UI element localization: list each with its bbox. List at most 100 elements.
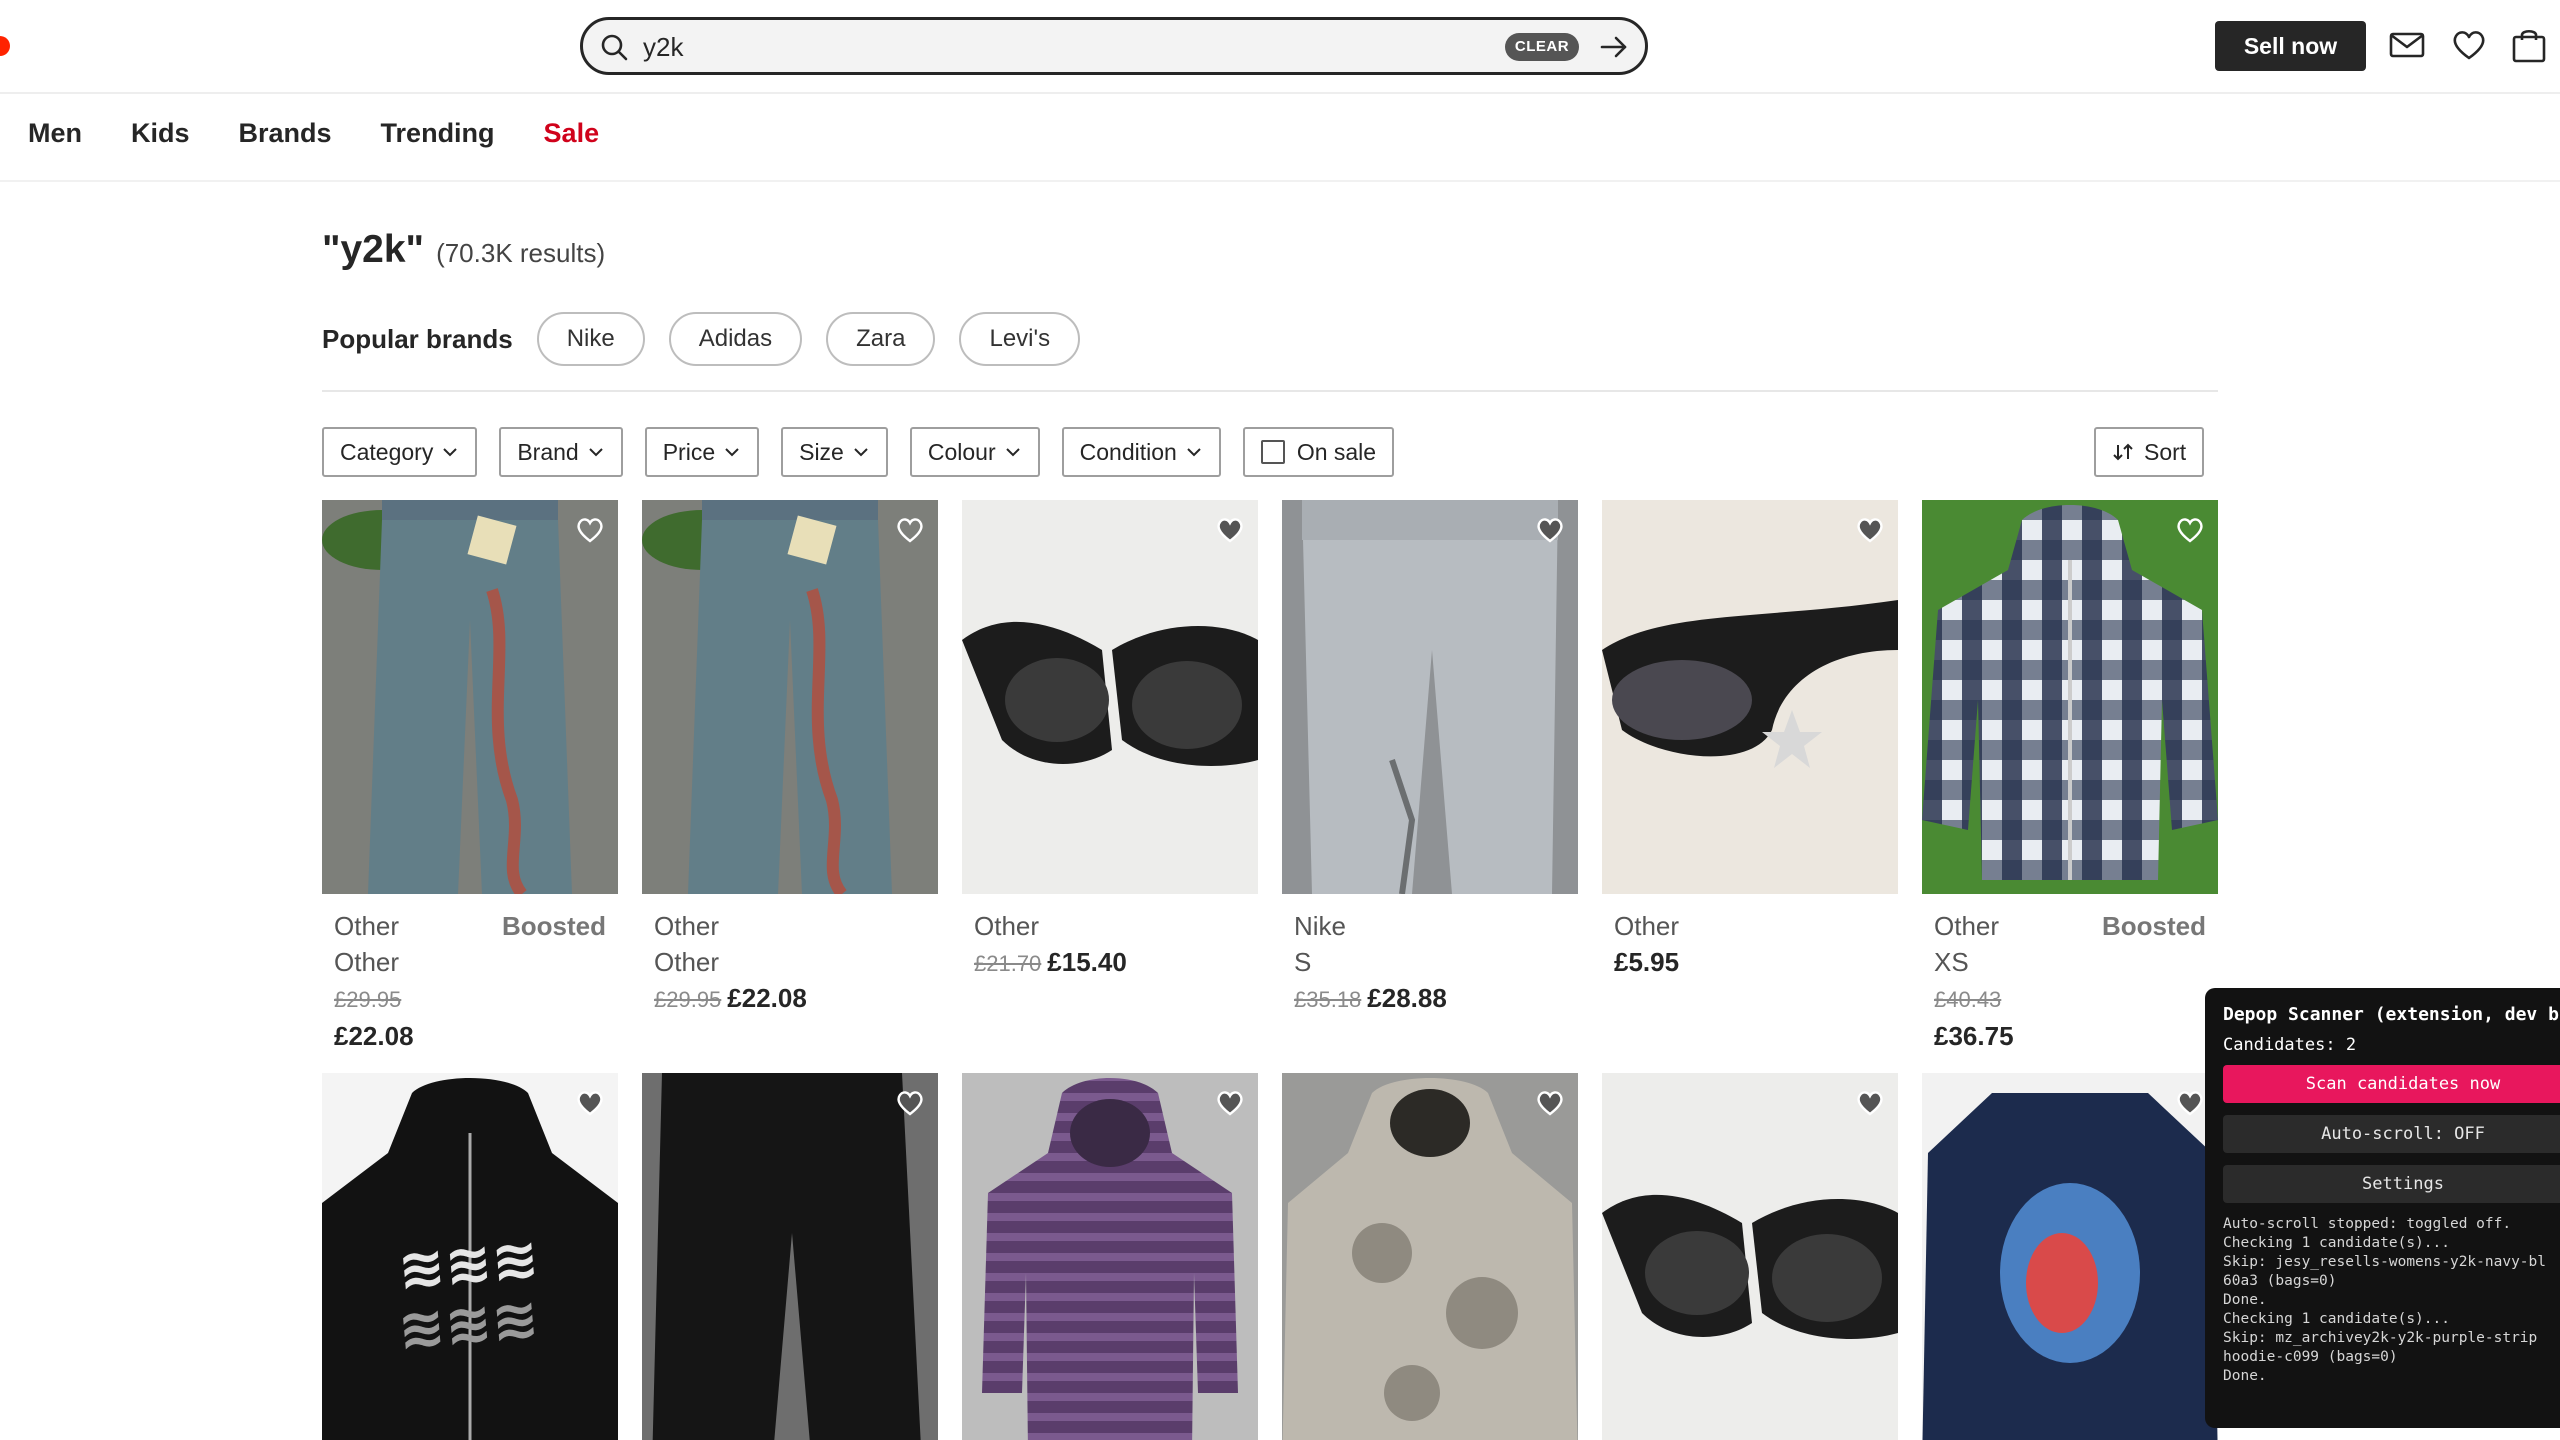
heart-icon[interactable] — [1214, 514, 1246, 546]
product-price: £15.40 — [1047, 947, 1127, 977]
striped-hoodie-icon — [962, 1073, 1258, 1440]
brand-chip-zara[interactable]: Zara — [826, 312, 936, 366]
product-card[interactable]: Other £21.70 £15.40 — [962, 500, 1258, 982]
filter-label: Price — [662, 438, 716, 465]
product-image[interactable] — [962, 1073, 1258, 1440]
product-card[interactable] — [1282, 1073, 1578, 1440]
original-price: £40.43 — [1934, 987, 2002, 1012]
nav-brands[interactable]: Brands — [239, 118, 332, 158]
log-line: Skip: jesy_resells-womens-y2k-navy-bl — [2223, 1254, 2547, 1270]
filter-price[interactable]: Price — [644, 427, 760, 477]
boosted-badge: Boosted — [2102, 911, 2206, 941]
log-line: Done. — [2223, 1368, 2267, 1384]
heart-icon[interactable] — [1214, 1087, 1246, 1119]
sunglasses-icon — [962, 500, 1258, 894]
product-image[interactable] — [1922, 1073, 2218, 1440]
product-image[interactable] — [322, 500, 618, 894]
heart-icon[interactable] — [1854, 514, 1886, 546]
heart-icon[interactable] — [2450, 26, 2488, 64]
heart-icon[interactable] — [1534, 514, 1566, 546]
bag-icon[interactable] — [2510, 26, 2548, 64]
nav-sale[interactable]: Sale — [544, 118, 600, 158]
product-card[interactable] — [1922, 1073, 2218, 1440]
results-count: (70.3K results) — [436, 238, 606, 268]
product-card[interactable]: Nike S £35.18 £28.88 — [1282, 500, 1578, 1018]
filter-condition[interactable]: Condition — [1061, 427, 1221, 477]
nav-kids[interactable]: Kids — [131, 118, 190, 158]
product-image[interactable] — [1602, 1073, 1898, 1440]
product-image[interactable] — [1922, 500, 2218, 894]
product-card[interactable] — [642, 1073, 938, 1440]
scan-candidates-button[interactable]: Scan candidates now — [2223, 1065, 2560, 1103]
svg-text:≋≋≋: ≋≋≋ — [395, 1286, 541, 1363]
heart-icon[interactable] — [894, 514, 926, 546]
product-card[interactable] — [962, 1073, 1258, 1440]
heart-icon[interactable] — [894, 1087, 926, 1119]
product-price: £5.95 — [1614, 947, 1680, 977]
product-card[interactable] — [1602, 1073, 1898, 1440]
panel-title: Depop Scanner (extension, dev b — [2223, 1004, 2559, 1025]
brand-chip-nike[interactable]: Nike — [536, 312, 645, 366]
log-line: Auto-scroll stopped: toggled off. — [2223, 1216, 2512, 1232]
brand-chip-levis[interactable]: Levi's — [959, 312, 1081, 366]
product-card[interactable]: Other Other £29.95 £22.08 — [642, 500, 938, 1018]
scanner-log: Auto-scroll stopped: toggled off. Checkin… — [2223, 1215, 2560, 1386]
product-meta: Other £21.70 £15.40 — [962, 894, 1258, 982]
depop-logo[interactable] — [0, 36, 10, 56]
product-size: Other — [334, 947, 400, 977]
candidates-count: Candidates: 2 — [2223, 1035, 2357, 1055]
product-image[interactable] — [962, 500, 1258, 894]
search-input[interactable] — [643, 28, 1443, 66]
product-brand: Nike — [1294, 911, 1347, 941]
heart-icon[interactable] — [2174, 514, 2206, 546]
product-image[interactable]: ≋≋≋ ≋≋≋ — [322, 1073, 618, 1440]
nav-divider — [0, 180, 2560, 182]
filter-category[interactable]: Category — [322, 427, 478, 477]
product-size: Other — [654, 947, 720, 977]
product-image[interactable] — [1282, 500, 1578, 894]
product-image[interactable] — [1282, 1073, 1578, 1440]
nav-trending[interactable]: Trending — [381, 118, 495, 158]
sort-arrows-icon — [2113, 443, 2133, 461]
on-sale-checkbox[interactable] — [1260, 440, 1285, 464]
sell-now-button[interactable]: Sell now — [2215, 21, 2366, 71]
filter-label: Condition — [1079, 438, 1177, 465]
heart-icon[interactable] — [2174, 1087, 2206, 1119]
product-size: S — [1294, 947, 1312, 977]
filter-on-sale[interactable]: On sale — [1242, 427, 1395, 477]
log-line: Skip: mz_archivey2k-y2k-purple-strip — [2223, 1330, 2538, 1346]
product-image[interactable] — [1602, 500, 1898, 894]
heart-icon[interactable] — [1854, 1087, 1886, 1119]
check-hoodie-icon — [1922, 500, 2218, 894]
product-card[interactable]: Other Boosted Other £29.95 £22.08 — [322, 500, 618, 1054]
filter-brand[interactable]: Brand — [499, 427, 623, 477]
settings-button[interactable]: Settings — [2223, 1165, 2560, 1203]
heart-icon[interactable] — [574, 1087, 606, 1119]
arrow-right-icon[interactable] — [1597, 30, 1631, 64]
depop-scanner-panel: Depop Scanner (extension, dev b Candidat… — [2205, 988, 2560, 1428]
product-card[interactable]: ≋≋≋ ≋≋≋ — [322, 1073, 618, 1440]
brand-chip-adidas[interactable]: Adidas — [668, 312, 803, 366]
search-bar[interactable]: CLEAR — [580, 17, 1648, 75]
category-nav: Men Kids Brands Trending Sale — [28, 118, 648, 158]
auto-scroll-toggle[interactable]: Auto-scroll: OFF — [2223, 1115, 2560, 1153]
filter-size[interactable]: Size — [781, 427, 888, 477]
filter-colour[interactable]: Colour — [909, 427, 1040, 477]
product-image[interactable] — [642, 1073, 938, 1440]
log-line: Checking 1 candidate(s)... — [2223, 1235, 2450, 1251]
product-card[interactable]: Other Boosted XS £40.43 £36.75 — [1922, 500, 2218, 1054]
heart-icon[interactable] — [574, 514, 606, 546]
sort-button[interactable]: Sort — [2094, 427, 2205, 477]
product-price: £22.08 — [727, 983, 807, 1013]
nav-men[interactable]: Men — [28, 118, 82, 158]
product-image[interactable] — [642, 500, 938, 894]
popular-brands-label: Popular brands — [322, 323, 513, 354]
mail-icon[interactable] — [2388, 26, 2426, 64]
camo-hoodie-icon — [1282, 1073, 1578, 1440]
heart-icon[interactable] — [1534, 1087, 1566, 1119]
clear-search-button[interactable]: CLEAR — [1505, 33, 1579, 61]
product-meta: Other Other £29.95 £22.08 — [642, 894, 938, 1018]
product-card[interactable]: Other £5.95 — [1602, 500, 1898, 980]
baggy-jeans-icon — [642, 500, 938, 894]
log-line: 60a3 (bags=0) — [2223, 1273, 2337, 1289]
